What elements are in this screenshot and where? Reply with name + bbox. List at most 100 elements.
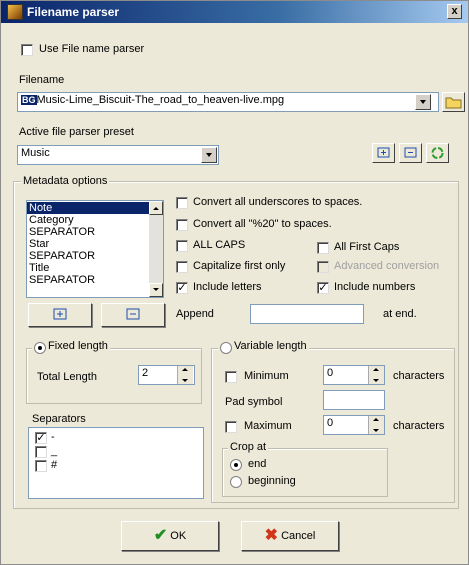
fixed-length-label: Fixed length [48, 340, 108, 352]
cancel-button[interactable]: ✖ Cancel [241, 521, 339, 551]
minimum-label: Minimum [244, 370, 289, 382]
preset-label: Active file parser preset [19, 126, 134, 138]
crop-at-legend: Crop at [228, 441, 269, 453]
crop-end-radio[interactable] [230, 459, 242, 471]
percent20-label: Convert all "%20" to spaces. [193, 218, 332, 230]
metadata-list-item[interactable]: SEPARATOR [27, 250, 163, 262]
title-bar: Filename parser x [1, 1, 468, 23]
percent20-checkbox[interactable] [176, 219, 188, 231]
underscores-label: Convert all underscores to spaces. [193, 196, 363, 208]
metadata-list-item[interactable]: Category [27, 214, 163, 226]
fixed-length-radio[interactable] [34, 342, 46, 354]
total-length-label: Total Length [37, 371, 97, 383]
maximum-spinner[interactable] [368, 416, 384, 434]
metadata-options-legend: Metadata options [21, 175, 110, 187]
close-button[interactable]: x [447, 4, 462, 19]
filename-combo[interactable]: BGMusic-Lime_Biscuit-The_road_to_heaven-… [17, 92, 439, 112]
metadata-list-item[interactable]: SEPARATOR [27, 274, 163, 286]
remove-field-icon [404, 147, 417, 158]
filename-dropdown-button[interactable] [415, 94, 431, 110]
include-letters-checkbox[interactable]: ✓ [176, 282, 188, 294]
include-letters-label: Include letters [193, 281, 262, 293]
capitalize-first-label: Capitalize first only [193, 260, 286, 272]
metadata-list-item[interactable]: Star [27, 238, 163, 250]
refresh-preset-button[interactable] [426, 143, 449, 163]
separator-label: # [51, 459, 58, 471]
folder-icon [445, 97, 462, 109]
close-icon: x [451, 5, 458, 17]
listbox-scrollbar[interactable] [149, 201, 163, 297]
separator-label: _ [51, 445, 58, 457]
add-field-button[interactable] [28, 303, 92, 327]
ok-label: OK [170, 530, 187, 543]
add-field-icon [53, 308, 67, 320]
add-preset-button[interactable] [372, 143, 395, 163]
advanced-conversion-checkbox [317, 261, 329, 273]
pad-symbol-label: Pad symbol [225, 396, 283, 408]
minimum-spinner[interactable] [368, 366, 384, 384]
preset-select[interactable]: Music [17, 145, 219, 165]
preset-dropdown-button[interactable] [201, 147, 217, 163]
scroll-down-arrow-icon [153, 288, 159, 291]
use-parser-checkbox[interactable] [21, 44, 33, 56]
scroll-up-arrow-icon [153, 207, 159, 210]
remove-preset-button[interactable] [399, 143, 422, 163]
variable-length-radio[interactable] [220, 342, 232, 354]
underscores-checkbox[interactable] [176, 197, 188, 209]
advanced-conversion-label: Advanced conversion [334, 260, 440, 272]
recycle-icon [431, 147, 444, 159]
preset-value: Music [21, 147, 50, 159]
metadata-listbox[interactable]: Note Category SEPARATOR Star SEPARATOR Title S… [26, 200, 164, 298]
include-numbers-checkbox[interactable]: ✓ [317, 282, 329, 294]
maximum-characters-label: characters [393, 420, 445, 432]
total-length-value: 2 [142, 367, 149, 379]
at-end-label: at end. [383, 308, 417, 320]
remove-field-button[interactable] [101, 303, 165, 327]
pad-symbol-input[interactable] [323, 390, 385, 410]
scroll-down-button[interactable] [149, 283, 163, 297]
app-icon [7, 4, 23, 20]
separator-checkbox[interactable]: ✓ [35, 432, 47, 444]
filename-value: Music-Lime_Biscuit-The_road_to_heaven-li… [36, 94, 285, 106]
maximum-value: 0 [327, 417, 334, 429]
use-parser-label: Use File name parser [39, 43, 145, 55]
open-folder-button[interactable] [442, 92, 465, 112]
append-label: Append [176, 308, 214, 320]
crop-beginning-label: beginning [248, 475, 296, 487]
separators-label: Separators [32, 413, 86, 425]
append-input[interactable] [250, 304, 364, 324]
window-title: Filename parser [27, 5, 120, 19]
separator-checkbox[interactable] [35, 446, 47, 458]
maximum-checkbox[interactable] [225, 421, 237, 433]
minimum-characters-label: characters [393, 370, 445, 382]
separator-item[interactable]: _ [35, 445, 203, 459]
ok-button[interactable]: ✔ OK [121, 521, 219, 551]
filename-badge: BG [21, 95, 37, 105]
total-length-spinner[interactable] [177, 366, 193, 384]
all-first-caps-label: All First Caps [334, 241, 400, 253]
separator-item[interactable]: ✓ - [35, 431, 203, 445]
metadata-list-item[interactable]: Note [27, 202, 163, 214]
separator-item[interactable]: # [35, 459, 203, 473]
minimum-value: 0 [327, 367, 334, 379]
crop-at-group [222, 448, 388, 497]
all-caps-label: ALL CAPS [193, 239, 246, 251]
scroll-up-button[interactable] [149, 201, 163, 215]
capitalize-first-checkbox[interactable] [176, 261, 188, 273]
filename-label: Filename [19, 74, 65, 86]
all-caps-checkbox[interactable] [176, 240, 188, 252]
cross-icon: ✖ [264, 527, 279, 545]
maximum-label: Maximum [244, 420, 292, 432]
all-first-caps-checkbox[interactable] [317, 242, 329, 254]
crop-beginning-radio[interactable] [230, 476, 242, 488]
metadata-list-item[interactable]: Title [27, 262, 163, 274]
separator-checkbox[interactable] [35, 460, 47, 472]
include-numbers-label: Include numbers [334, 281, 416, 293]
minimum-checkbox[interactable] [225, 371, 237, 383]
checkmark-icon: ✔ [153, 527, 168, 545]
crop-end-label: end [248, 458, 267, 470]
variable-length-label: Variable length [234, 340, 307, 352]
add-field-icon [377, 147, 390, 158]
metadata-list-item[interactable]: SEPARATOR [27, 226, 163, 238]
separators-listbox[interactable]: ✓ - _ # [28, 427, 204, 499]
